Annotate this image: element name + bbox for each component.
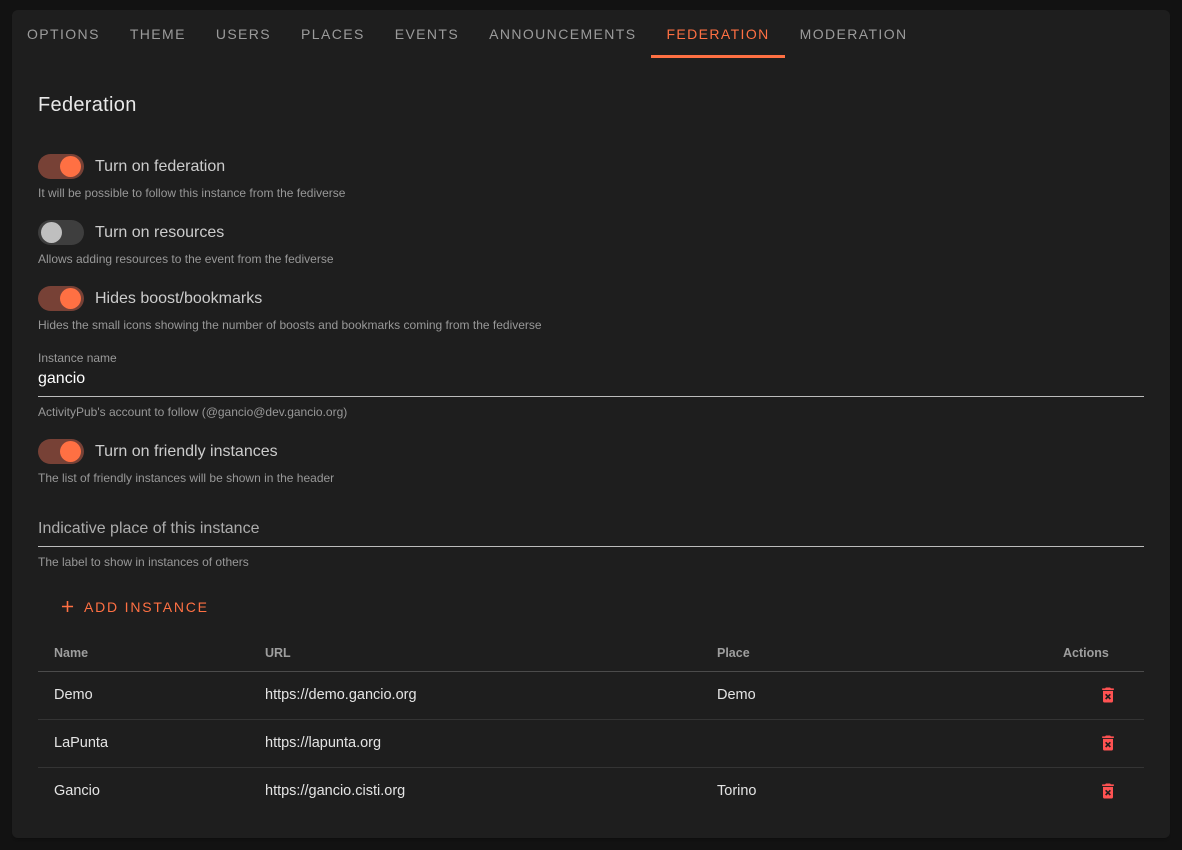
- toggle-thumb: [60, 288, 81, 309]
- friendly-instances-toggle[interactable]: [38, 439, 84, 464]
- column-header-actions: Actions: [1047, 635, 1144, 671]
- tab-options[interactable]: OPTIONS: [12, 10, 115, 58]
- resources-toggle[interactable]: [38, 220, 84, 245]
- toggle-label: Turn on federation: [95, 158, 225, 176]
- column-header-name: Name: [38, 635, 249, 671]
- setting-turn-on-resources: Turn on resources Allows adding resource…: [38, 220, 1144, 266]
- cell-place: [701, 719, 1047, 767]
- cell-url: https://lapunta.org: [249, 719, 701, 767]
- toggle-label: Hides boost/bookmarks: [95, 290, 262, 308]
- federation-toggle[interactable]: [38, 154, 84, 179]
- toggle-hint: Allows adding resources to the event fro…: [38, 252, 1144, 266]
- cell-name: Demo: [38, 671, 249, 719]
- instance-name-hint: ActivityPub's account to follow (@gancio…: [38, 405, 1144, 419]
- delete-forever-icon: [1098, 789, 1118, 804]
- cell-place: Torino: [701, 767, 1047, 815]
- column-header-place: Place: [701, 635, 1047, 671]
- delete-forever-icon: [1098, 693, 1118, 708]
- tab-moderation[interactable]: MODERATION: [785, 10, 923, 58]
- tab-places[interactable]: PLACES: [286, 10, 380, 58]
- tab-theme[interactable]: THEME: [115, 10, 201, 58]
- delete-forever-icon: [1098, 741, 1118, 756]
- table-header-row: Name URL Place Actions: [38, 635, 1144, 671]
- toggle-hint: It will be possible to follow this insta…: [38, 186, 1144, 200]
- delete-instance-button[interactable]: [1098, 733, 1118, 753]
- toggle-label: Turn on resources: [95, 224, 224, 242]
- delete-instance-button[interactable]: [1098, 685, 1118, 705]
- toggle-hint: Hides the small icons showing the number…: [38, 318, 1144, 332]
- admin-settings-card: OPTIONS THEME USERS PLACES EVENTS ANNOUN…: [12, 10, 1170, 838]
- setting-hide-boosts: Hides boost/bookmarks Hides the small ic…: [38, 286, 1144, 332]
- toggle-thumb: [41, 222, 62, 243]
- friendly-instances-table: Name URL Place Actions Demo https://demo…: [38, 635, 1144, 815]
- toggle-label: Turn on friendly instances: [95, 443, 278, 461]
- tab-users[interactable]: USERS: [201, 10, 286, 58]
- federation-panel: Federation Turn on federation It will be…: [12, 92, 1170, 815]
- cell-name: Gancio: [38, 767, 249, 815]
- instance-name-input[interactable]: [38, 365, 1144, 397]
- instance-place-hint: The label to show in instances of others: [38, 555, 1144, 569]
- cell-name: LaPunta: [38, 719, 249, 767]
- column-header-url: URL: [249, 635, 701, 671]
- table-row: Demo https://demo.gancio.org Demo: [38, 671, 1144, 719]
- add-instance-button[interactable]: ADD INSTANCE: [50, 593, 217, 620]
- table-row: LaPunta https://lapunta.org: [38, 719, 1144, 767]
- add-instance-label: ADD INSTANCE: [84, 599, 209, 615]
- toggle-hint: The list of friendly instances will be s…: [38, 471, 1144, 485]
- tab-events[interactable]: EVENTS: [380, 10, 474, 58]
- hide-boosts-toggle[interactable]: [38, 286, 84, 311]
- tab-federation[interactable]: FEDERATION: [651, 10, 784, 58]
- tab-announcements[interactable]: ANNOUNCEMENTS: [474, 10, 651, 58]
- cell-url: https://gancio.cisti.org: [249, 767, 701, 815]
- cell-url: https://demo.gancio.org: [249, 671, 701, 719]
- toggle-thumb: [60, 156, 81, 177]
- instance-place-field: The label to show in instances of others: [38, 515, 1144, 569]
- toggle-thumb: [60, 441, 81, 462]
- instance-place-input[interactable]: [38, 515, 1144, 547]
- instance-name-field: Instance name ActivityPub's account to f…: [38, 351, 1144, 419]
- delete-instance-button[interactable]: [1098, 781, 1118, 801]
- setting-friendly-instances: Turn on friendly instances The list of f…: [38, 439, 1144, 485]
- table-row: Gancio https://gancio.cisti.org Torino: [38, 767, 1144, 815]
- instance-name-label: Instance name: [38, 351, 1144, 365]
- plus-icon: [58, 597, 77, 616]
- admin-tab-bar: OPTIONS THEME USERS PLACES EVENTS ANNOUN…: [12, 10, 1170, 58]
- setting-turn-on-federation: Turn on federation It will be possible t…: [38, 154, 1144, 200]
- page-title: Federation: [38, 92, 1144, 118]
- cell-place: Demo: [701, 671, 1047, 719]
